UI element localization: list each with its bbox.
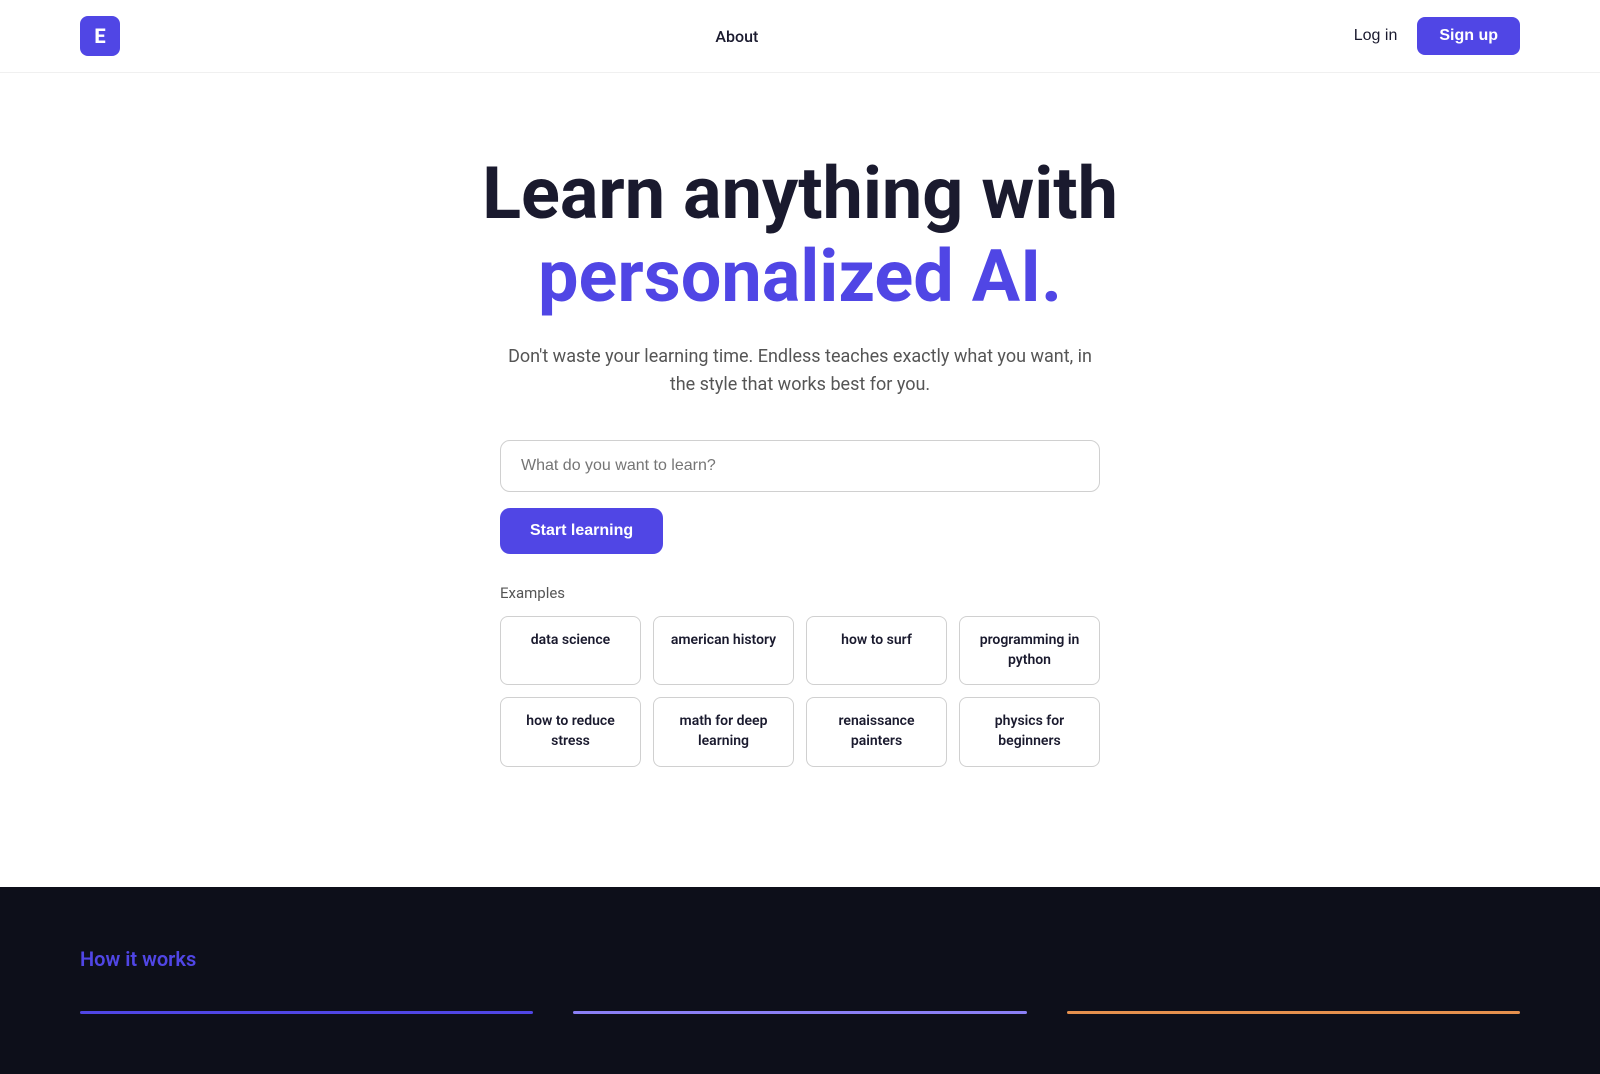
example-chip[interactable]: how to reduce stress [500, 697, 641, 766]
example-chip[interactable]: data science [500, 616, 641, 685]
navbar: E About Log in Sign up [0, 0, 1600, 73]
nav-link-about[interactable]: About [715, 27, 758, 46]
login-button[interactable]: Log in [1354, 27, 1398, 45]
hero-title: Learn anything with personalized AI. [482, 153, 1118, 319]
divider-2 [573, 1011, 1026, 1014]
example-chip[interactable]: renaissance painters [806, 697, 947, 766]
dividers [80, 1011, 1520, 1014]
example-chip[interactable]: how to surf [806, 616, 947, 685]
examples-grid: data scienceamerican historyhow to surfp… [500, 616, 1100, 766]
logo[interactable]: E [80, 16, 120, 56]
start-learning-button[interactable]: Start learning [500, 508, 663, 554]
dark-section: How it works [0, 887, 1600, 1074]
divider-1 [80, 1011, 533, 1014]
divider-3 [1067, 1011, 1520, 1014]
search-input[interactable] [500, 440, 1100, 492]
how-it-works-label: How it works [80, 947, 196, 971]
hero-title-accent: personalized AI. [538, 234, 1062, 319]
nav-links: About [715, 27, 758, 46]
example-chip[interactable]: american history [653, 616, 794, 685]
signup-button[interactable]: Sign up [1417, 17, 1520, 55]
example-chip[interactable]: programming in python [959, 616, 1100, 685]
nav-auth: Log in Sign up [1354, 17, 1520, 55]
logo-letter: E [94, 24, 105, 48]
hero-title-part1: Learn anything with [482, 151, 1118, 236]
hero-section: Learn anything with personalized AI. Don… [0, 73, 1600, 827]
example-chip[interactable]: math for deep learning [653, 697, 794, 766]
examples-section: Examples data scienceamerican historyhow… [500, 584, 1100, 766]
examples-label: Examples [500, 584, 1100, 602]
hero-subtitle: Don't waste your learning time. Endless … [500, 343, 1100, 401]
example-chip[interactable]: physics for beginners [959, 697, 1100, 766]
